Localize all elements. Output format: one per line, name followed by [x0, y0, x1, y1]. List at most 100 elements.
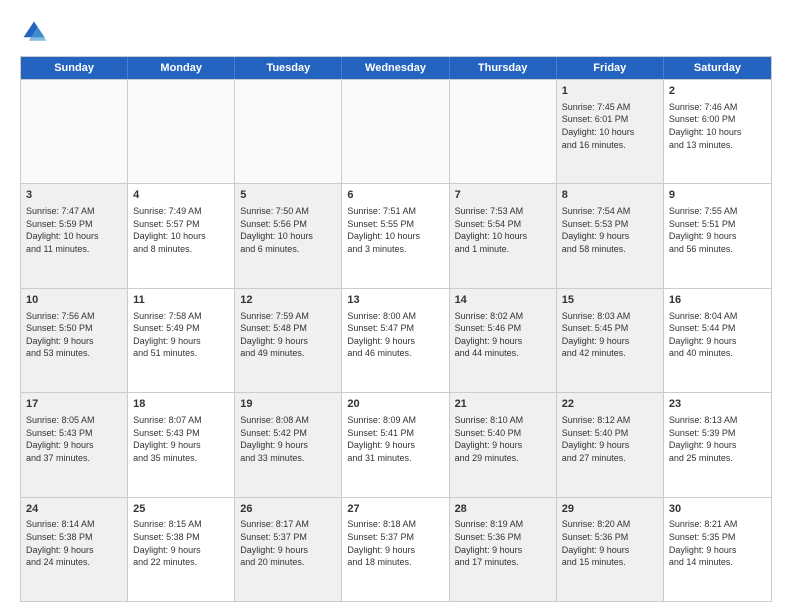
day-number: 6: [347, 188, 443, 203]
day-number: 9: [669, 188, 766, 203]
calendar-cell: 9 Sunrise: 7:55 AM Sunset: 5:51 PM Daylig…: [664, 184, 771, 287]
day-number: 10: [26, 293, 122, 308]
day-number: 23: [669, 397, 766, 412]
calendar-cell: 27Sunrise: 8:18 AM Sunset: 5:37 PM Dayli…: [342, 498, 449, 601]
calendar-cell: 13 Sunrise: 8:00 AM Sunset: 5:47 PM Dayli…: [342, 289, 449, 392]
day-header-wednesday: Wednesday: [342, 57, 449, 79]
day-number: 21: [455, 397, 551, 412]
day-header-sunday: Sunday: [21, 57, 128, 79]
calendar-cell: 25Sunrise: 8:15 AM Sunset: 5:38 PM Dayli…: [128, 498, 235, 601]
day-number: 28: [455, 502, 551, 517]
calendar-cell: 24Sunrise: 8:14 AM Sunset: 5:38 PM Dayli…: [21, 498, 128, 601]
calendar-cell: 4 Sunrise: 7:49 AM Sunset: 5:57 PM Daylig…: [128, 184, 235, 287]
day-header-friday: Friday: [557, 57, 664, 79]
calendar-cell: [342, 80, 449, 183]
cell-info: Sunrise: 8:04 AM Sunset: 5:44 PM Dayligh…: [669, 310, 766, 360]
cell-info: Sunrise: 8:08 AM Sunset: 5:42 PM Dayligh…: [240, 414, 336, 464]
day-header-tuesday: Tuesday: [235, 57, 342, 79]
day-number: 11: [133, 293, 229, 308]
cell-info: Sunrise: 8:19 AM Sunset: 5:36 PM Dayligh…: [455, 518, 551, 568]
calendar-cell: 11 Sunrise: 7:58 AM Sunset: 5:49 PM Dayli…: [128, 289, 235, 392]
day-number: 16: [669, 293, 766, 308]
day-number: 8: [562, 188, 658, 203]
cell-info: Sunrise: 7:51 AM Sunset: 5:55 PM Dayligh…: [347, 205, 443, 255]
calendar-cell: 20 Sunrise: 8:09 AM Sunset: 5:41 PM Dayli…: [342, 393, 449, 496]
page: SundayMondayTuesdayWednesdayThursdayFrid…: [0, 0, 792, 612]
cell-info: Sunrise: 7:55 AM Sunset: 5:51 PM Dayligh…: [669, 205, 766, 255]
cell-info: Sunrise: 8:00 AM Sunset: 5:47 PM Dayligh…: [347, 310, 443, 360]
header: [20, 18, 772, 46]
calendar-cell: 26Sunrise: 8:17 AM Sunset: 5:37 PM Dayli…: [235, 498, 342, 601]
cell-info: Sunrise: 8:15 AM Sunset: 5:38 PM Dayligh…: [133, 518, 229, 568]
calendar-cell: 21 Sunrise: 8:10 AM Sunset: 5:40 PM Dayli…: [450, 393, 557, 496]
day-number: 15: [562, 293, 658, 308]
calendar-cell: [450, 80, 557, 183]
calendar-cell: [235, 80, 342, 183]
cell-info: Sunrise: 8:10 AM Sunset: 5:40 PM Dayligh…: [455, 414, 551, 464]
day-headers: SundayMondayTuesdayWednesdayThursdayFrid…: [21, 57, 771, 79]
logo: [20, 18, 52, 46]
cell-info: Sunrise: 8:20 AM Sunset: 5:36 PM Dayligh…: [562, 518, 658, 568]
calendar-cell: 8 Sunrise: 7:54 AM Sunset: 5:53 PM Daylig…: [557, 184, 664, 287]
calendar-cell: 7Sunrise: 7:53 AM Sunset: 5:54 PM Daylig…: [450, 184, 557, 287]
day-number: 4: [133, 188, 229, 203]
calendar-cell: 18 Sunrise: 8:07 AM Sunset: 5:43 PM Dayli…: [128, 393, 235, 496]
calendar-row-4: 24Sunrise: 8:14 AM Sunset: 5:38 PM Dayli…: [21, 497, 771, 601]
cell-info: Sunrise: 8:07 AM Sunset: 5:43 PM Dayligh…: [133, 414, 229, 464]
day-number: 1: [562, 84, 658, 99]
day-number: 5: [240, 188, 336, 203]
cell-info: Sunrise: 8:02 AM Sunset: 5:46 PM Dayligh…: [455, 310, 551, 360]
day-number: 13: [347, 293, 443, 308]
calendar-cell: 3 Sunrise: 7:47 AM Sunset: 5:59 PM Daylig…: [21, 184, 128, 287]
cell-info: Sunrise: 8:03 AM Sunset: 5:45 PM Dayligh…: [562, 310, 658, 360]
day-number: 30: [669, 502, 766, 517]
calendar-cell: 2 Sunrise: 7:46 AM Sunset: 6:00 PM Daylig…: [664, 80, 771, 183]
calendar: SundayMondayTuesdayWednesdayThursdayFrid…: [20, 56, 772, 602]
cell-info: Sunrise: 7:54 AM Sunset: 5:53 PM Dayligh…: [562, 205, 658, 255]
day-number: 7: [455, 188, 551, 203]
cell-info: Sunrise: 8:05 AM Sunset: 5:43 PM Dayligh…: [26, 414, 122, 464]
cell-info: Sunrise: 7:46 AM Sunset: 6:00 PM Dayligh…: [669, 101, 766, 151]
cell-info: Sunrise: 7:58 AM Sunset: 5:49 PM Dayligh…: [133, 310, 229, 360]
day-number: 27: [347, 502, 443, 517]
calendar-row-1: 3 Sunrise: 7:47 AM Sunset: 5:59 PM Daylig…: [21, 183, 771, 287]
day-header-saturday: Saturday: [664, 57, 771, 79]
calendar-cell: 29Sunrise: 8:20 AM Sunset: 5:36 PM Dayli…: [557, 498, 664, 601]
day-number: 20: [347, 397, 443, 412]
cell-info: Sunrise: 7:59 AM Sunset: 5:48 PM Dayligh…: [240, 310, 336, 360]
day-number: 18: [133, 397, 229, 412]
day-number: 29: [562, 502, 658, 517]
day-number: 2: [669, 84, 766, 99]
calendar-cell: [128, 80, 235, 183]
calendar-row-0: 1 Sunrise: 7:45 AM Sunset: 6:01 PM Daylig…: [21, 79, 771, 183]
day-number: 26: [240, 502, 336, 517]
calendar-cell: 1 Sunrise: 7:45 AM Sunset: 6:01 PM Daylig…: [557, 80, 664, 183]
day-header-thursday: Thursday: [450, 57, 557, 79]
cell-info: Sunrise: 7:56 AM Sunset: 5:50 PM Dayligh…: [26, 310, 122, 360]
calendar-cell: 10 Sunrise: 7:56 AM Sunset: 5:50 PM Dayli…: [21, 289, 128, 392]
calendar-cell: 15 Sunrise: 8:03 AM Sunset: 5:45 PM Dayli…: [557, 289, 664, 392]
calendar-cell: 14 Sunrise: 8:02 AM Sunset: 5:46 PM Dayli…: [450, 289, 557, 392]
cell-info: Sunrise: 8:09 AM Sunset: 5:41 PM Dayligh…: [347, 414, 443, 464]
cell-info: Sunrise: 7:47 AM Sunset: 5:59 PM Dayligh…: [26, 205, 122, 255]
calendar-cell: 12 Sunrise: 7:59 AM Sunset: 5:48 PM Dayli…: [235, 289, 342, 392]
day-number: 19: [240, 397, 336, 412]
calendar-cell: 16 Sunrise: 8:04 AM Sunset: 5:44 PM Dayli…: [664, 289, 771, 392]
calendar-cell: 30Sunrise: 8:21 AM Sunset: 5:35 PM Dayli…: [664, 498, 771, 601]
calendar-cell: 17Sunrise: 8:05 AM Sunset: 5:43 PM Dayli…: [21, 393, 128, 496]
cell-info: Sunrise: 7:50 AM Sunset: 5:56 PM Dayligh…: [240, 205, 336, 255]
day-number: 14: [455, 293, 551, 308]
cell-info: Sunrise: 8:14 AM Sunset: 5:38 PM Dayligh…: [26, 518, 122, 568]
cell-info: Sunrise: 7:49 AM Sunset: 5:57 PM Dayligh…: [133, 205, 229, 255]
day-number: 24: [26, 502, 122, 517]
day-number: 3: [26, 188, 122, 203]
calendar-row-2: 10 Sunrise: 7:56 AM Sunset: 5:50 PM Dayli…: [21, 288, 771, 392]
calendar-body: 1 Sunrise: 7:45 AM Sunset: 6:01 PM Daylig…: [21, 79, 771, 601]
day-number: 12: [240, 293, 336, 308]
day-header-monday: Monday: [128, 57, 235, 79]
cell-info: Sunrise: 8:17 AM Sunset: 5:37 PM Dayligh…: [240, 518, 336, 568]
cell-info: Sunrise: 7:45 AM Sunset: 6:01 PM Dayligh…: [562, 101, 658, 151]
calendar-cell: 6 Sunrise: 7:51 AM Sunset: 5:55 PM Daylig…: [342, 184, 449, 287]
calendar-cell: 28Sunrise: 8:19 AM Sunset: 5:36 PM Dayli…: [450, 498, 557, 601]
calendar-cell: 5 Sunrise: 7:50 AM Sunset: 5:56 PM Daylig…: [235, 184, 342, 287]
